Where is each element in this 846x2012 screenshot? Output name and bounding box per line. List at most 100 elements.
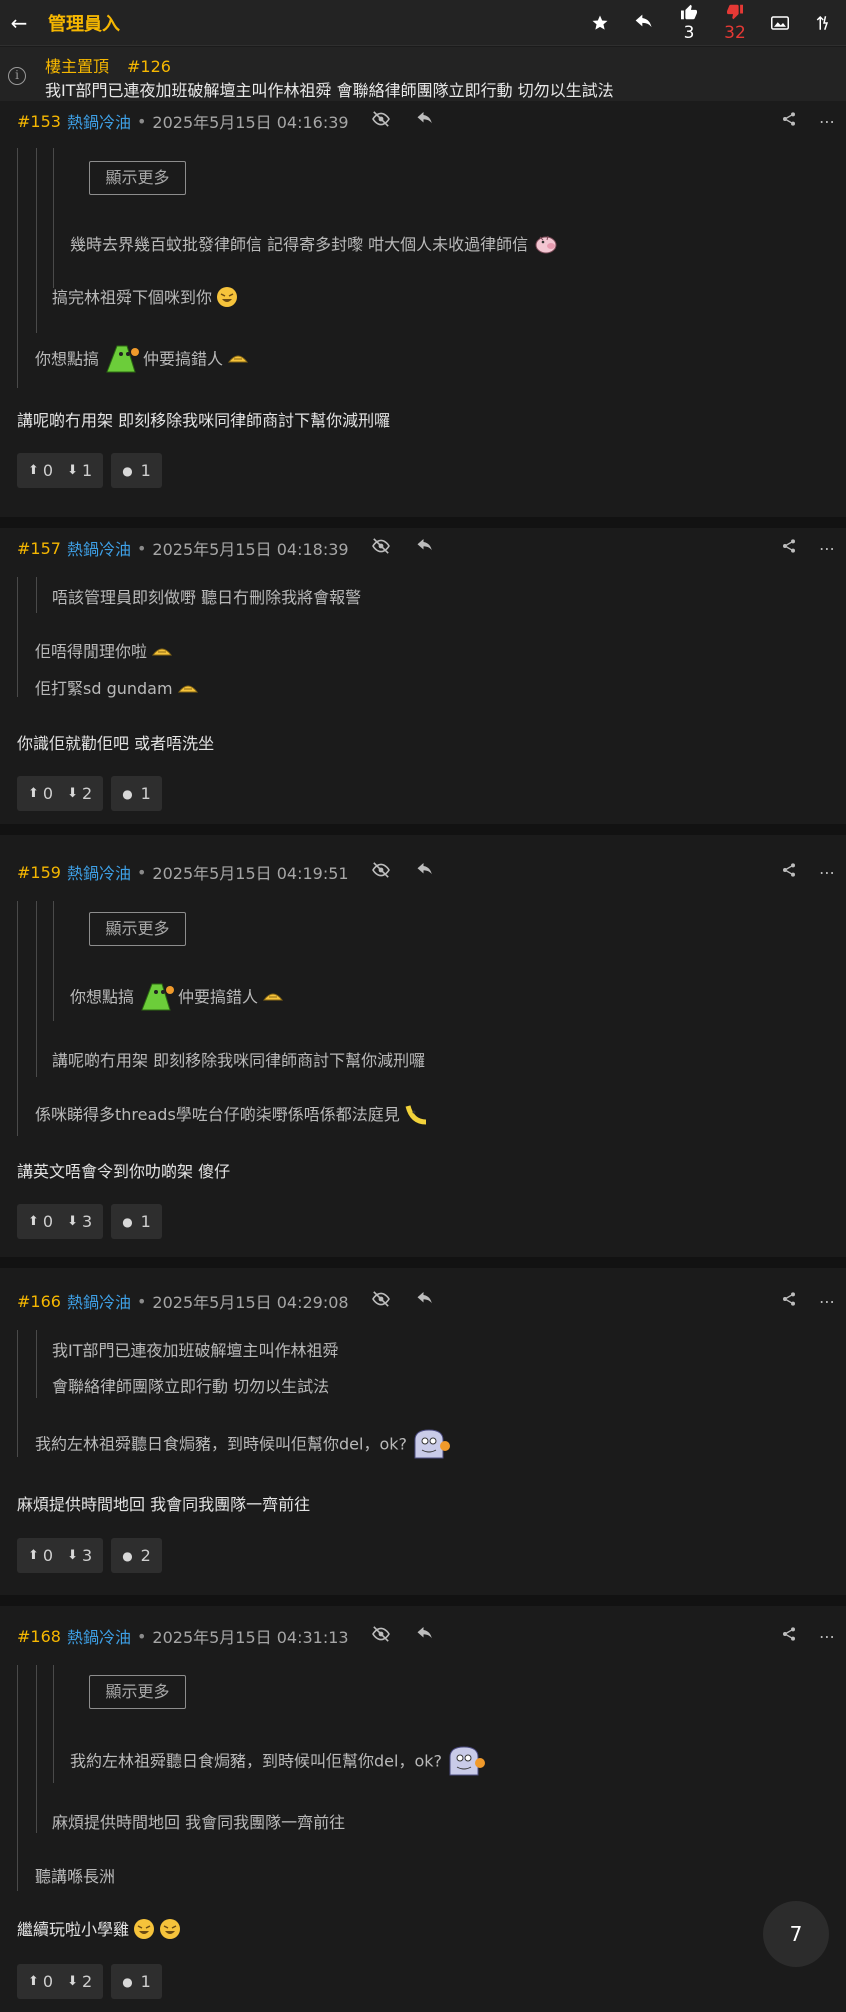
post-number[interactable]: #168 [17,1627,61,1646]
comment-bubble-icon: ● [122,1548,133,1563]
downvote-button[interactable]: ⬇ 3 [67,1546,92,1565]
reply-icon[interactable] [622,0,666,46]
comment-bubble-icon: ● [122,1974,133,1989]
hide-eye-icon[interactable] [369,1291,393,1311]
quote-reply-icon[interactable] [413,1626,437,1646]
replies-button[interactable]: ● 1 [111,776,162,811]
post-time: 2025年5月15日 04:31:13 [152,1628,349,1647]
quote-text: 你想點搞 仲要搞錯人 [70,980,284,1016]
comment-bubble-icon: ● [122,1214,133,1229]
thread-title[interactable]: 管理員入 [48,10,120,36]
arrow-down-icon: ⬇ [67,1974,78,1989]
more-options-icon[interactable]: ⋯ [808,863,846,882]
downvote-button[interactable]: ⬇ 3 [67,1212,92,1231]
arrow-up-icon: ⬆ [28,1548,39,1563]
post: #159 熱鍋冷油 • 2025年5月15日 04:19:51 ⋯ 顯示更多 你… [0,852,846,1257]
username[interactable]: 熱鍋冷油 [67,536,131,560]
comment-bubble-icon: ● [122,786,133,801]
post-body: 講英文唔會令到你叻啲架 傻仔 [17,1162,231,1181]
username[interactable]: 熱鍋冷油 [67,109,131,133]
quote-reply-icon[interactable] [413,862,437,882]
replies-button[interactable]: ● 1 [111,1964,162,1999]
pinned-post-number: #126 [127,57,171,76]
upvote-button[interactable]: ⬆ 0 [28,1972,53,1991]
post-number[interactable]: #157 [17,539,61,558]
share-icon[interactable] [770,1291,808,1311]
arrow-up-icon: ⬆ [28,786,39,801]
upvote-button[interactable]: ⬆ 0 [28,1546,53,1565]
quote-text: 聽講喺長洲 [35,1867,116,1886]
laughing-emoji-icon [133,1918,155,1944]
post-number[interactable]: #166 [17,1292,61,1311]
more-options-icon[interactable]: ⋯ [808,539,846,558]
pinned-post-bar[interactable]: i 樓主置頂 #126 我IT部門已連夜加班破解壇主叫作林祖舜 會聯絡律師團隊立即… [0,47,846,103]
more-options-icon[interactable]: ⋯ [808,1292,846,1311]
header-actions: 3 32 [578,0,846,46]
top-bar: ← 管理員入 3 32 [0,0,846,46]
arrow-down-icon: ⬇ [67,1214,78,1229]
quote-text: 講呢啲冇用架 即刻移除我咪同律師商討下幫你減刑囉 [52,1051,426,1070]
post-time: 2025年5月15日 04:16:39 [152,113,349,132]
replies-button[interactable]: ● 1 [111,453,162,488]
comment-bubble-icon: ● [122,463,133,478]
page-indicator-button[interactable]: 7 [763,1901,829,1967]
post-time: 2025年5月15日 04:18:39 [152,540,349,559]
quote-reply-icon[interactable] [413,1291,437,1311]
quote-text: 我IT部門已連夜加班破解壇主叫作林祖舜 [52,1341,339,1360]
username[interactable]: 熱鍋冷油 [67,1289,131,1313]
image-mode-icon[interactable] [758,0,802,46]
share-icon[interactable] [770,862,808,882]
hide-eye-icon[interactable] [369,111,393,131]
share-icon[interactable] [770,111,808,131]
share-icon[interactable] [770,1626,808,1646]
username[interactable]: 熱鍋冷油 [67,1624,131,1648]
downvote-count: 32 [724,23,746,43]
show-more-button[interactable]: 顯示更多 [89,912,186,946]
more-options-icon[interactable]: ⋯ [808,112,846,131]
hide-eye-icon[interactable] [369,1626,393,1646]
more-options-icon[interactable]: ⋯ [808,1627,846,1646]
upvote-button[interactable]: 3 [666,0,712,46]
arrow-down-icon: ⬇ [67,1548,78,1563]
quote-reply-icon[interactable] [413,111,437,131]
post-number[interactable]: #159 [17,863,61,882]
downvote-button[interactable]: ⬇ 1 [67,461,92,480]
star-icon[interactable] [578,0,622,46]
upvote-button[interactable]: ⬆ 0 [28,461,53,480]
quote-text: 唔該管理員即刻做嘢 聽日冇刪除我將會報警 [52,588,362,607]
banana-emoji-icon [404,1102,430,1130]
arrow-up-icon: ⬆ [28,1214,39,1229]
post-body: 你識佢就勸佢吧 或者唔洗坐 [17,734,215,753]
back-arrow-icon[interactable]: ← [4,11,34,35]
info-icon[interactable]: i [8,67,26,85]
downvote-button[interactable]: ⬇ 2 [67,784,92,803]
post: #153 熱鍋冷油 • 2025年5月15日 04:16:39 ⋯ 顯示更多 幾… [0,101,846,517]
share-icon[interactable] [770,538,808,558]
bow-emoji-icon [151,643,173,663]
hide-eye-icon[interactable] [369,862,393,882]
post-number[interactable]: #153 [17,112,61,131]
show-more-button[interactable]: 顯示更多 [89,1675,186,1709]
upvote-button[interactable]: ⬆ 0 [28,784,53,803]
username[interactable]: 熱鍋冷油 [67,860,131,884]
quote-text: 佢打緊sd gundam [35,675,199,700]
post-header: #153 熱鍋冷油 • 2025年5月15日 04:16:39 ⋯ [0,101,846,141]
thumbs-up-icon [681,4,697,20]
bow-emoji-icon [177,680,199,700]
upvote-button[interactable]: ⬆ 0 [28,1212,53,1231]
quote-text: 你想點搞 仲要搞錯人 [35,342,249,378]
arrow-down-icon: ⬇ [67,463,78,478]
hide-eye-icon[interactable] [369,538,393,558]
replies-button[interactable]: ● 2 [111,1538,162,1573]
post: #157 熱鍋冷油 • 2025年5月15日 04:18:39 ⋯ 唔該管理員即… [0,528,846,824]
show-more-button[interactable]: 顯示更多 [89,161,186,195]
quote-reply-icon[interactable] [413,538,437,558]
quote-text: 會聯絡律師團隊立即行動 切勿以生試法 [52,1377,330,1396]
vote-buttons: ⬆ 0 ⬇ 3 [17,1204,104,1239]
downvote-button[interactable]: ⬇ 2 [67,1972,92,1991]
sort-icon[interactable] [802,0,846,46]
replies-button[interactable]: ● 1 [111,1204,162,1239]
bow-emoji-icon [262,988,284,1008]
post-time: 2025年5月15日 04:29:08 [152,1293,349,1312]
downvote-button[interactable]: 32 [712,0,758,46]
